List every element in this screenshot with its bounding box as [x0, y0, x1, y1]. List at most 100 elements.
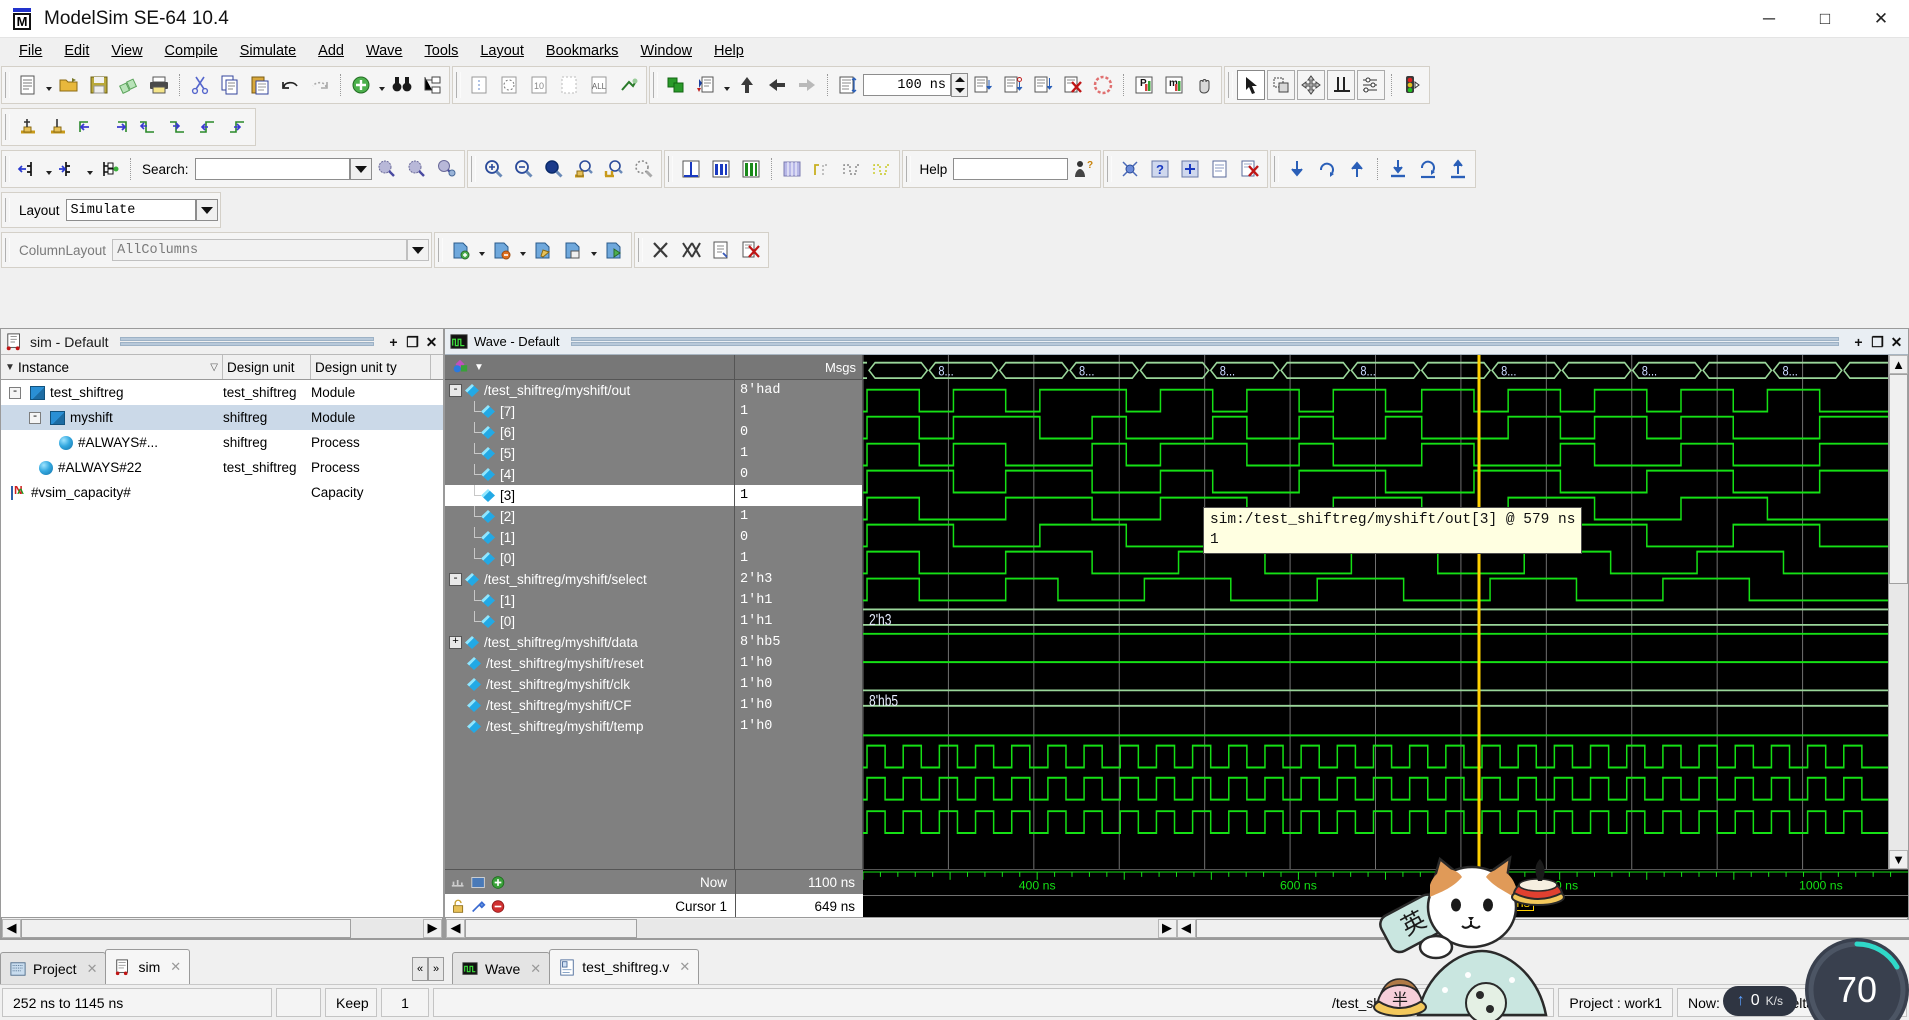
wave-pane-undock-button[interactable]: ❐ [1869, 333, 1886, 350]
tab-scroll-left-button[interactable]: « [412, 957, 428, 981]
waveform-canvas[interactable]: 8...8... 8...8... 8...8... 8... [863, 355, 1888, 869]
cut-icon[interactable] [186, 70, 214, 100]
cursor-value-row[interactable]: 649 ns [736, 894, 863, 918]
redo-icon[interactable] [306, 70, 334, 100]
sim-horizontal-scrollbar[interactable]: ◀ ▶ [1, 917, 443, 939]
zoom-in-icon[interactable] [480, 154, 508, 184]
save-icon[interactable] [85, 70, 113, 100]
signal-node-icon[interactable] [96, 154, 124, 184]
menu-file[interactable]: File [8, 40, 53, 62]
dataflow-expand-icon[interactable] [1116, 154, 1144, 184]
menu-edit[interactable]: Edit [53, 40, 100, 62]
tab-wave[interactable]: Wave ✕ [452, 952, 550, 984]
add-wave-dropdown[interactable] [376, 70, 387, 100]
nav-last-icon[interactable] [1444, 154, 1472, 184]
copy-icon[interactable] [216, 70, 244, 100]
open-folder-icon[interactable] [55, 70, 83, 100]
table-row[interactable]: - test_shiftreg test_shiftreg Module [1, 380, 443, 405]
compare-delete-icon[interactable] [737, 235, 765, 265]
compare-cut-icon[interactable] [647, 235, 675, 265]
column-design-unit[interactable]: Design unit [223, 355, 311, 379]
wave-pane-grip[interactable] [571, 336, 1840, 347]
sim-pane-grip[interactable] [120, 336, 374, 347]
wave-scroll-right-button[interactable]: ▶ [1158, 919, 1177, 938]
sim-tree-body[interactable]: - test_shiftreg test_shiftreg Module - m… [1, 380, 443, 917]
tab-source-file-close[interactable]: ✕ [679, 959, 690, 975]
wave-names-list[interactable]: - /test_shiftreg/myshift/out [7] [6] [5]… [445, 380, 734, 869]
collapse-dropdown[interactable] [84, 154, 95, 184]
simulate-icon[interactable] [692, 70, 720, 100]
nav-down-icon[interactable] [1283, 154, 1311, 184]
add-wave-icon[interactable] [347, 70, 375, 100]
insert-cursor-icon[interactable] [14, 112, 42, 142]
table-row[interactable]: - myshift shiftreg Module [1, 405, 443, 430]
run-continue-icon[interactable] [1029, 70, 1057, 100]
wave-pane-dock-button[interactable]: + [1850, 333, 1867, 350]
wave-format-analog-icon[interactable] [677, 154, 705, 184]
remove-cursor-icon[interactable] [490, 899, 506, 914]
find-next-transition-icon[interactable] [104, 112, 132, 142]
maximize-button[interactable]: □ [1797, 0, 1853, 38]
wave-view-icon[interactable] [470, 875, 487, 890]
menu-wave[interactable]: Wave [355, 40, 414, 62]
column-design-unit-type[interactable]: Design unit ty [311, 355, 431, 379]
structure-list-icon[interactable] [418, 70, 446, 100]
bookmark-add-dropdown[interactable] [476, 235, 487, 265]
compile-order-icon[interactable] [662, 70, 690, 100]
delete-cursor-icon[interactable] [44, 112, 72, 142]
wave-format-bar-icon[interactable] [707, 154, 735, 184]
profile-m-icon[interactable]: m [1160, 70, 1188, 100]
timescale-icon[interactable] [450, 875, 467, 890]
compile-all-icon[interactable] [115, 70, 143, 100]
find-next-rising-icon[interactable] [224, 112, 252, 142]
nav-first-icon[interactable] [1384, 154, 1412, 184]
tab-source-file[interactable]: test_shiftreg.v ✕ [549, 949, 699, 984]
network-speed-widget[interactable]: ↑ 0 K/s [1723, 986, 1797, 1016]
sim-pane-dock-button[interactable]: + [385, 333, 402, 350]
list-item[interactable]: /test_shiftreg/myshift/clk [445, 674, 734, 695]
restart-icon[interactable] [495, 70, 523, 100]
search-next-icon[interactable] [403, 154, 431, 184]
list-item[interactable]: [7] [445, 401, 734, 422]
menu-add[interactable]: Add [307, 40, 355, 62]
bookmark-save-dropdown[interactable] [588, 235, 599, 265]
collapse-signal-icon[interactable] [55, 154, 83, 184]
tab-sim-close[interactable]: ✕ [170, 959, 181, 975]
coverage-icon[interactable] [615, 70, 643, 100]
zoom-out-icon[interactable] [510, 154, 538, 184]
breakpoint-traffic-icon[interactable] [1398, 70, 1426, 100]
new-file-icon[interactable] [14, 70, 42, 100]
dataflow-doc-icon[interactable] [1206, 154, 1234, 184]
print-icon[interactable] [145, 70, 173, 100]
list-item[interactable]: /test_shiftreg/myshift/temp [445, 716, 734, 737]
wave-horizontal-scrollbar[interactable]: ◀ ▶ ◀ ▶ [445, 917, 1908, 939]
expand-dropdown[interactable] [43, 154, 54, 184]
list-item[interactable]: [4] [445, 464, 734, 485]
wrench-icon[interactable] [470, 899, 487, 914]
search-prev-icon[interactable] [373, 154, 401, 184]
expander-icon[interactable]: - [29, 412, 41, 424]
step-up-icon[interactable] [733, 70, 761, 100]
edit-mode-icon[interactable] [1357, 70, 1385, 100]
search-options-icon[interactable] [433, 154, 461, 184]
undo-icon[interactable] [276, 70, 304, 100]
step-icon[interactable] [465, 70, 493, 100]
wave-hscroll-thumb-left[interactable] [465, 919, 637, 938]
wave-hscroll-thumb-right[interactable] [1196, 919, 1909, 938]
zoom-full-icon[interactable] [540, 154, 568, 184]
expander-icon[interactable]: - [9, 387, 21, 399]
menu-window[interactable]: Window [629, 40, 703, 62]
wave-vscroll-track[interactable] [1889, 374, 1908, 850]
menu-layout[interactable]: Layout [469, 40, 535, 62]
run-all-icon[interactable]: 10 [525, 70, 553, 100]
new-file-dropdown[interactable] [43, 70, 54, 100]
all-icon[interactable]: ALL [585, 70, 613, 100]
wave-hscroll-track-right[interactable] [1196, 919, 1889, 938]
wave-vscroll-thumb[interactable] [1889, 374, 1908, 584]
bookmark-remove-dropdown[interactable] [517, 235, 528, 265]
list-item[interactable]: [6] [445, 422, 734, 443]
continue-run-icon[interactable] [999, 70, 1027, 100]
tab-scroll-right-button[interactable]: » [428, 957, 444, 981]
zoom-range-icon[interactable] [600, 154, 628, 184]
pan-move-icon[interactable] [1297, 70, 1325, 100]
